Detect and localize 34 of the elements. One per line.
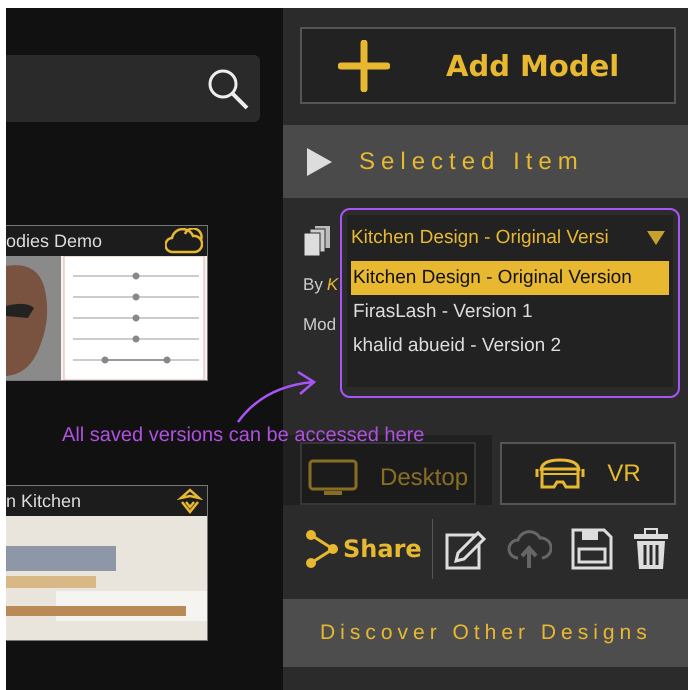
add-model-button[interactable]: Add Model (300, 27, 676, 104)
dropdown-option[interactable]: Kitchen Design - Original Version (351, 261, 669, 295)
model-label: Mod (303, 315, 338, 335)
section-header[interactable]: Selected Item (283, 125, 688, 198)
view-mode-button[interactable]: Desktop (300, 442, 476, 505)
card-title: n Kitchen (6, 490, 82, 512)
card-title: odies Demo (6, 230, 102, 252)
dropdown-option[interactable]: FirasLash - Version 1 (351, 295, 669, 329)
caret-icon (647, 231, 665, 245)
by-label: By (303, 275, 323, 295)
vr-headset-icon (535, 456, 586, 490)
delete-button[interactable] (632, 528, 670, 570)
search-icon (206, 66, 250, 110)
monitor-icon (308, 459, 358, 497)
section-header[interactable]: Discover Other Designs (283, 599, 688, 667)
design-card[interactable]: odies Demo (6, 225, 208, 381)
share-button[interactable]: Share (305, 529, 422, 569)
play-icon (305, 146, 333, 176)
cloud-icon (165, 228, 203, 254)
share-icon (305, 529, 339, 569)
trash-icon (632, 528, 670, 570)
dropdown-option[interactable]: khalid abueid - Version 2 (351, 329, 669, 363)
cloud-upload-icon (506, 528, 552, 570)
view-mode-button[interactable]: VR (500, 442, 676, 505)
save-button[interactable] (570, 527, 614, 571)
author-link[interactable]: K (326, 275, 338, 295)
version-dropdown[interactable]: Kitchen Design - Original Versi Kitchen Design - Original Version FirasLash - Version 1 khalid abueid - Version 2 (347, 215, 673, 387)
plus-icon (338, 40, 390, 92)
dropdown-value: Kitchen Design - Original Versi (351, 227, 609, 249)
section-title: Discover Other Designs (320, 621, 652, 645)
copy-icon (303, 225, 331, 257)
design-card[interactable]: n Kitchen (6, 485, 208, 641)
section-title: Selected Item (359, 148, 584, 176)
logo-icon (177, 488, 203, 514)
